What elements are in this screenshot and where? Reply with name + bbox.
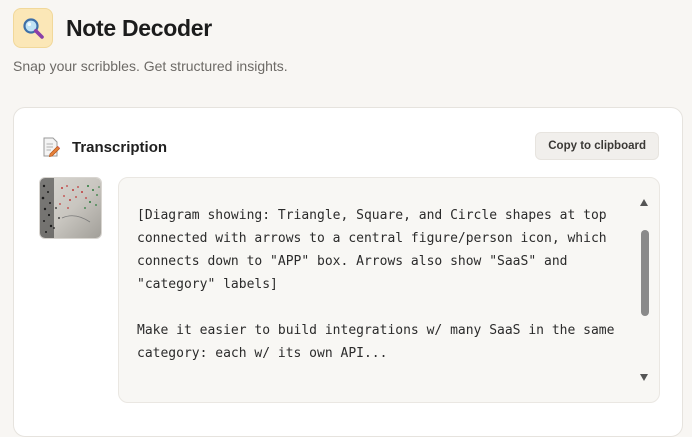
app-header: Note Decoder bbox=[13, 8, 212, 48]
scroll-down-arrow-icon[interactable] bbox=[640, 374, 648, 381]
transcription-title: Transcription bbox=[72, 138, 168, 156]
copy-to-clipboard-button[interactable]: Copy to clipboard bbox=[535, 132, 659, 160]
transcription-scrollbar[interactable] bbox=[631, 178, 659, 402]
scroll-up-arrow-icon[interactable] bbox=[640, 199, 648, 206]
transcription-card: Transcription Copy to clipboard [Diagram… bbox=[13, 107, 683, 437]
document-pencil-icon bbox=[42, 137, 60, 157]
app-tagline: Snap your scribbles. Get structured insi… bbox=[13, 58, 288, 74]
transcription-textarea[interactable]: [Diagram showing: Triangle, Square, and … bbox=[118, 177, 660, 403]
note-photo-image bbox=[40, 178, 101, 238]
app-title: Note Decoder bbox=[66, 14, 212, 41]
transcription-text: [Diagram showing: Triangle, Square, and … bbox=[137, 208, 615, 361]
magnifying-glass-icon bbox=[13, 8, 53, 48]
scrollbar-thumb[interactable] bbox=[641, 230, 649, 316]
transcription-header: Transcription bbox=[42, 137, 167, 157]
note-thumbnail[interactable] bbox=[39, 177, 102, 239]
